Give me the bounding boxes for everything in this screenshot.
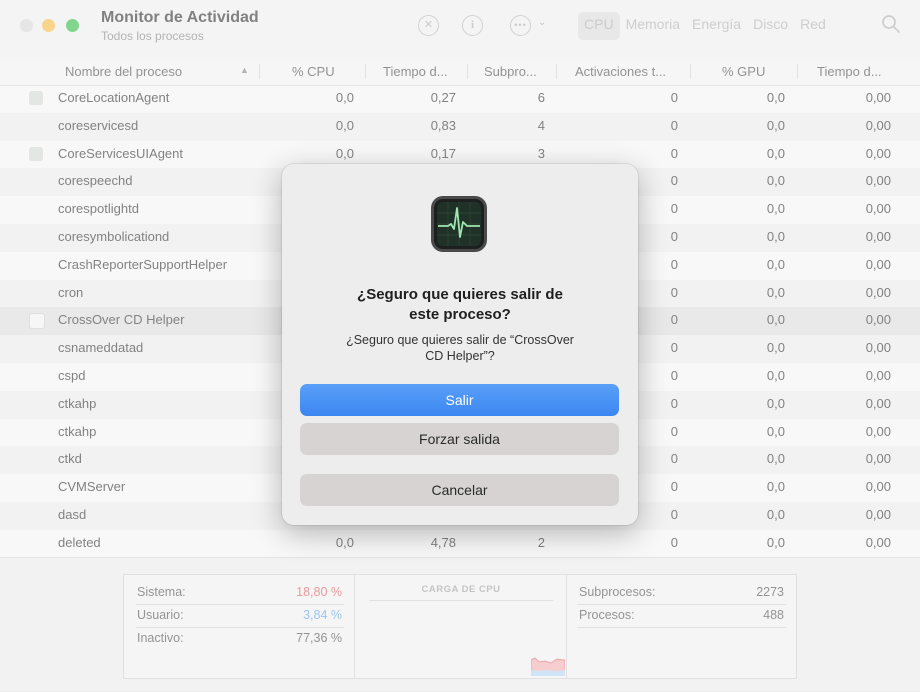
dialog-title: ¿Seguro que quieres salir de este proces… — [302, 285, 618, 325]
dialog-message-line: ¿Seguro que quieres salir de “CrossOver — [346, 333, 574, 347]
dialog-message: ¿Seguro que quieres salir de “CrossOver … — [322, 332, 598, 364]
dialog-title-line: este proceso? — [409, 306, 511, 323]
force-quit-button[interactable]: Forzar salida — [300, 423, 619, 455]
cancel-button[interactable]: Cancelar — [300, 474, 619, 506]
quit-button[interactable]: Salir — [300, 384, 619, 416]
activity-monitor-app-icon — [431, 196, 487, 252]
dialog-title-line: ¿Seguro que quieres salir de — [357, 286, 563, 303]
quit-process-dialog: ¿Seguro que quieres salir de este proces… — [282, 164, 638, 525]
dialog-message-line: CD Helper”? — [425, 349, 495, 363]
activity-monitor-window: Monitor de Actividad Todos los procesos … — [0, 0, 920, 692]
